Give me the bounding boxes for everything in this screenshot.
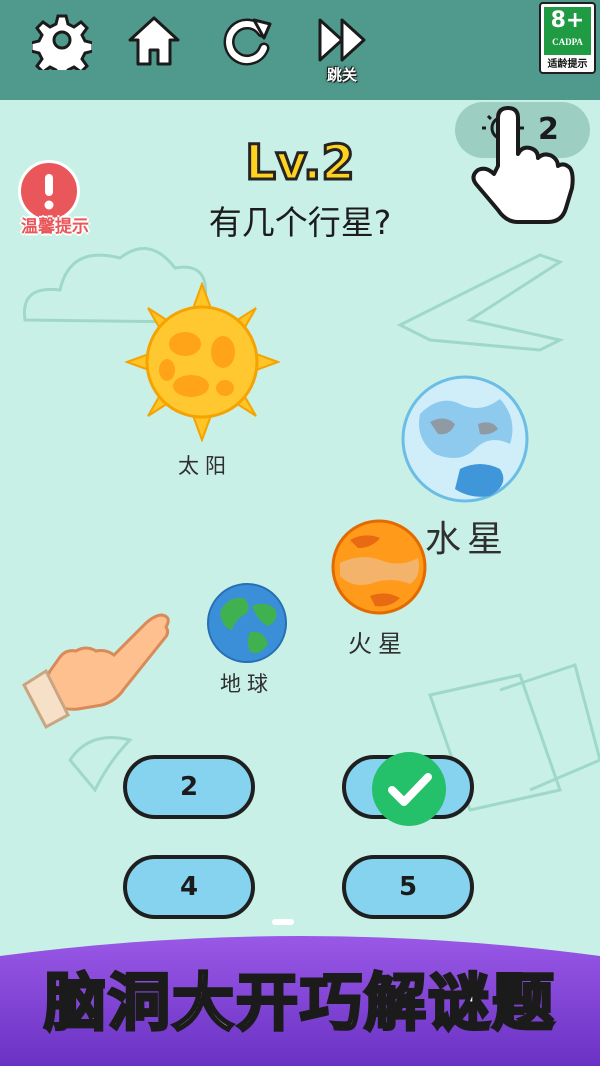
level-title: Lv.2 [244, 134, 357, 193]
earth-label: 地球 [220, 672, 274, 696]
pointing-hand-icon [471, 106, 575, 224]
age-rating-label: 适龄提示 [547, 59, 588, 70]
sun-label: 太阳 [178, 454, 232, 478]
gear-icon [29, 14, 95, 80]
promo-banner-text: 脑洞大开巧解谜题 [42, 965, 556, 1041]
answer-button-1[interactable]: 2 [123, 755, 255, 819]
mars-label: 火星 [348, 630, 408, 658]
page-indicator [272, 919, 294, 925]
skip-level-button[interactable] [312, 10, 372, 70]
age-rating-org: CADPA [552, 37, 583, 47]
check-icon [372, 752, 446, 826]
tutorial-hand-icon [22, 613, 170, 730]
home-button[interactable] [124, 10, 184, 70]
settings-button[interactable] [29, 10, 95, 80]
tip-button[interactable]: 温馨提示 [14, 160, 96, 242]
earth-planet-icon[interactable] [206, 582, 288, 664]
mars-planet-icon[interactable] [330, 518, 428, 616]
skip-level-label: 跳关 [326, 66, 357, 84]
age-rating-badge: 8+ CADPA 适龄提示 [539, 2, 596, 74]
age-rating: 8+ [550, 8, 585, 33]
answer-button-3[interactable]: 4 [123, 855, 255, 919]
fast-forward-icon [318, 18, 366, 62]
mercury-label: 水星 [425, 519, 510, 560]
answer-button-4[interactable]: 5 [342, 855, 474, 919]
sun-icon[interactable] [125, 282, 280, 442]
restart-button[interactable] [218, 10, 278, 70]
tip-label: 温馨提示 [21, 217, 89, 237]
home-icon [128, 16, 180, 66]
question-text: 有几个行星? [208, 203, 392, 242]
restart-icon [223, 18, 272, 66]
mercury-planet-icon[interactable] [400, 374, 530, 504]
